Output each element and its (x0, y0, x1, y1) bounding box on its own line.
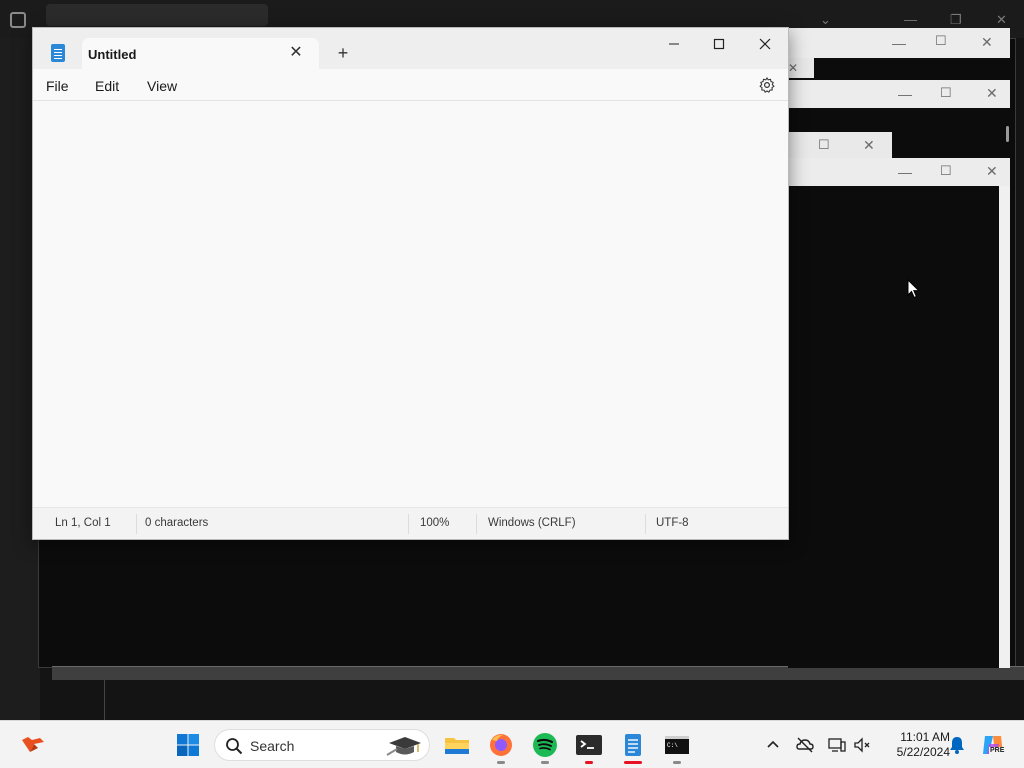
tab-title: Untitled (88, 47, 137, 62)
maximize-icon[interactable]: ☐ (818, 138, 830, 152)
graduation-cap-icon (386, 737, 421, 756)
mouse-pointer-icon (907, 279, 921, 299)
minimize-icon[interactable]: — (898, 87, 912, 101)
network-icon[interactable] (827, 735, 847, 755)
notepad-window[interactable]: Untitled ✕ + File Edit View Ln 1, Col 1 … (32, 27, 789, 540)
clock-date: 5/22/2024 (896, 745, 950, 759)
taskbar: Search C:\ 11:01 AM 5/22/2024 PRE (0, 720, 1024, 768)
command-prompt-icon[interactable]: C:\ (663, 731, 691, 759)
notepad-titlebar[interactable]: Untitled ✕ + (33, 28, 788, 69)
status-divider (408, 514, 409, 534)
running-indicator (541, 761, 549, 764)
tab-close-icon[interactable]: ✕ (287, 44, 305, 62)
status-divider (476, 514, 477, 534)
search-icon (226, 738, 243, 755)
background-scrollbar (52, 666, 1024, 680)
volume-muted-icon[interactable] (852, 735, 872, 755)
notepad-app-icon (51, 44, 65, 62)
background-app-icon (10, 12, 26, 28)
notepad-taskbar-icon[interactable] (619, 731, 647, 759)
status-zoom[interactable]: 100% (420, 517, 449, 529)
command-prompt-titlebar-1: — ☐ ✕ (788, 28, 1010, 58)
svg-text:C:\: C:\ (667, 742, 678, 749)
menu-bar: File Edit View (33, 69, 788, 101)
maximize-icon[interactable]: ☐ (940, 164, 952, 178)
system-clock[interactable]: 11:01 AM 5/22/2024 (878, 730, 950, 760)
menu-edit[interactable]: Edit (95, 78, 119, 94)
status-bar: Ln 1, Col 1 0 characters 100% Windows (C… (33, 507, 788, 539)
firefox-icon[interactable] (487, 731, 515, 759)
maximize-icon (713, 38, 725, 50)
search-label: Search (250, 738, 295, 754)
bell-icon[interactable] (947, 735, 967, 755)
close-button[interactable] (745, 32, 785, 56)
menu-view[interactable]: View (147, 78, 177, 94)
copilot-button[interactable]: PRE (980, 732, 1006, 758)
file-explorer-icon[interactable] (443, 731, 471, 759)
clock-time: 11:01 AM (900, 730, 950, 744)
maximize-button[interactable] (699, 32, 739, 56)
status-divider (645, 514, 646, 534)
text-editor-area[interactable] (33, 101, 788, 508)
copilot-preview-badge: PRE (989, 747, 1006, 754)
close-icon[interactable]: ✕ (863, 138, 875, 152)
active-indicator (624, 761, 642, 764)
widgets-icon[interactable] (20, 734, 46, 756)
new-tab-button[interactable]: + (333, 42, 353, 64)
tab-untitled[interactable]: Untitled ✕ (82, 38, 319, 69)
gear-icon[interactable] (758, 76, 776, 94)
minimize-button[interactable] (654, 32, 694, 56)
spotify-icon[interactable] (531, 731, 559, 759)
status-cursor-position: Ln 1, Col 1 (55, 517, 111, 529)
command-prompt-window-2[interactable]: — ☐ ✕ ☐ ✕ (788, 80, 1010, 160)
menu-file[interactable]: File (46, 78, 69, 94)
command-prompt-titlebar-3: — ☐ ✕ (788, 158, 1010, 186)
maximize-icon[interactable]: ☐ (940, 86, 952, 100)
taskbar-search-box[interactable]: Search (214, 729, 430, 761)
background-minimize-icon: — (904, 12, 917, 27)
status-line-ending[interactable]: Windows (CRLF) (488, 517, 576, 529)
minimize-icon[interactable]: — (892, 36, 906, 50)
scrollbar-thumb[interactable] (1006, 126, 1009, 142)
running-indicator (497, 761, 505, 764)
minimize-icon[interactable]: — (898, 165, 912, 179)
command-prompt-titlebar-2: — ☐ ✕ (788, 80, 1010, 108)
running-indicator (673, 761, 681, 764)
background-tab (46, 4, 268, 26)
background-restore-icon: ❐ (950, 12, 962, 27)
maximize-icon[interactable]: ☐ (935, 34, 947, 48)
close-icon[interactable]: ✕ (986, 164, 998, 178)
close-icon[interactable]: ✕ (986, 86, 998, 100)
chevron-up-icon[interactable] (763, 735, 783, 755)
scrollbar-track[interactable] (999, 186, 1010, 668)
command-prompt-tab-strip: ☐ ✕ (788, 132, 892, 158)
status-character-count: 0 characters (145, 517, 209, 529)
background-divider (104, 680, 105, 720)
status-divider (136, 514, 137, 534)
close-icon[interactable]: ✕ (981, 35, 993, 49)
terminal-icon[interactable] (575, 731, 603, 759)
close-icon (759, 38, 771, 50)
running-indicator (585, 761, 593, 764)
command-prompt-window-3[interactable]: — ☐ ✕ (788, 158, 1010, 668)
command-prompt-tab-strip: ✕ (788, 58, 814, 78)
background-close-icon: ✕ (996, 12, 1007, 27)
status-encoding[interactable]: UTF-8 (656, 517, 689, 529)
windows-start-icon[interactable] (176, 733, 200, 757)
background-chevron-down-icon: ⌄ (820, 12, 831, 27)
close-icon[interactable]: ✕ (788, 61, 798, 75)
copilot-icon (983, 736, 1003, 754)
command-prompt-window-1[interactable]: — ☐ ✕ ✕ (788, 28, 1010, 78)
minimize-icon (669, 43, 679, 45)
onedrive-offline-icon[interactable] (795, 735, 815, 755)
